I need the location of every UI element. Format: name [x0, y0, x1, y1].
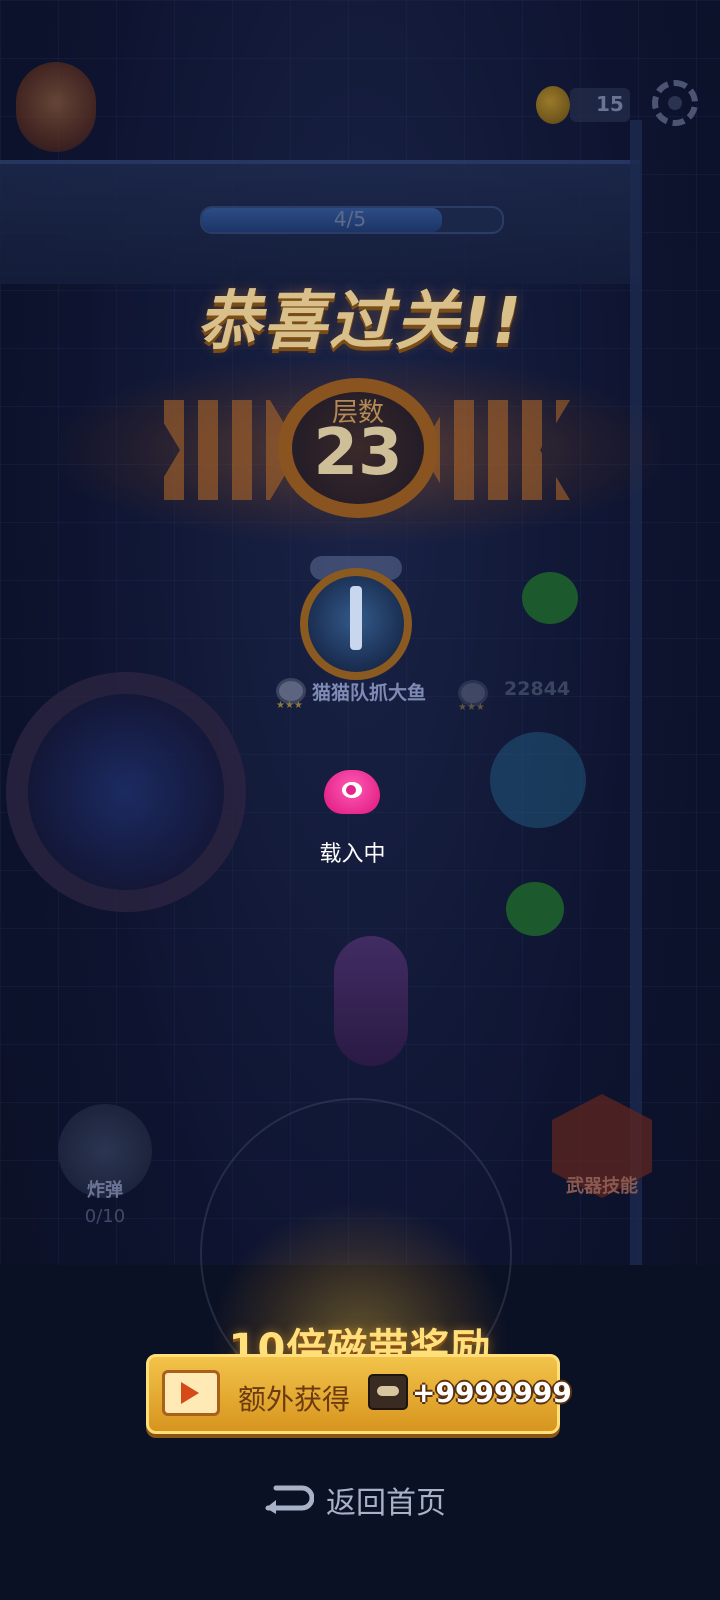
sword-icon	[350, 586, 362, 650]
team-name: 猫猫队抓大鱼	[312, 682, 427, 704]
capsule-prop	[334, 936, 408, 1066]
portal-icon	[6, 672, 246, 912]
reward-amount: +9999999	[412, 1376, 572, 1409]
team-score: 22844	[504, 678, 571, 700]
score-rank-icon: ★★★	[458, 680, 488, 713]
frog-enemy-icon	[506, 882, 564, 936]
level-complete-title: 恭喜过关!!	[196, 285, 524, 359]
coin-count: 15	[596, 92, 624, 116]
loading-icon-eye	[346, 785, 356, 795]
bomb-count: 0/10	[84, 1206, 126, 1227]
stage-progress-label: 4/5	[333, 207, 367, 231]
reward-text: 额外获得	[238, 1383, 351, 1416]
avatar[interactable]	[16, 62, 96, 152]
video-play-icon	[162, 1370, 220, 1416]
weapon-skill-label: 武器技能	[566, 1176, 638, 1197]
floor-number: 23	[313, 416, 403, 490]
player-character	[490, 732, 586, 828]
frog-enemy-icon	[522, 572, 578, 624]
back-arrow-icon[interactable]	[262, 1482, 314, 1514]
back-to-home-button[interactable]: 返回首页	[326, 1478, 446, 1522]
egg-coin-icon	[536, 86, 570, 124]
gear-icon[interactable]	[652, 80, 698, 126]
bomb-label: 炸弹	[87, 1180, 123, 1201]
loading-text: 载入中	[319, 842, 386, 867]
team-rank-icon: ★★★	[276, 678, 306, 711]
cassette-tape-icon	[368, 1374, 408, 1410]
